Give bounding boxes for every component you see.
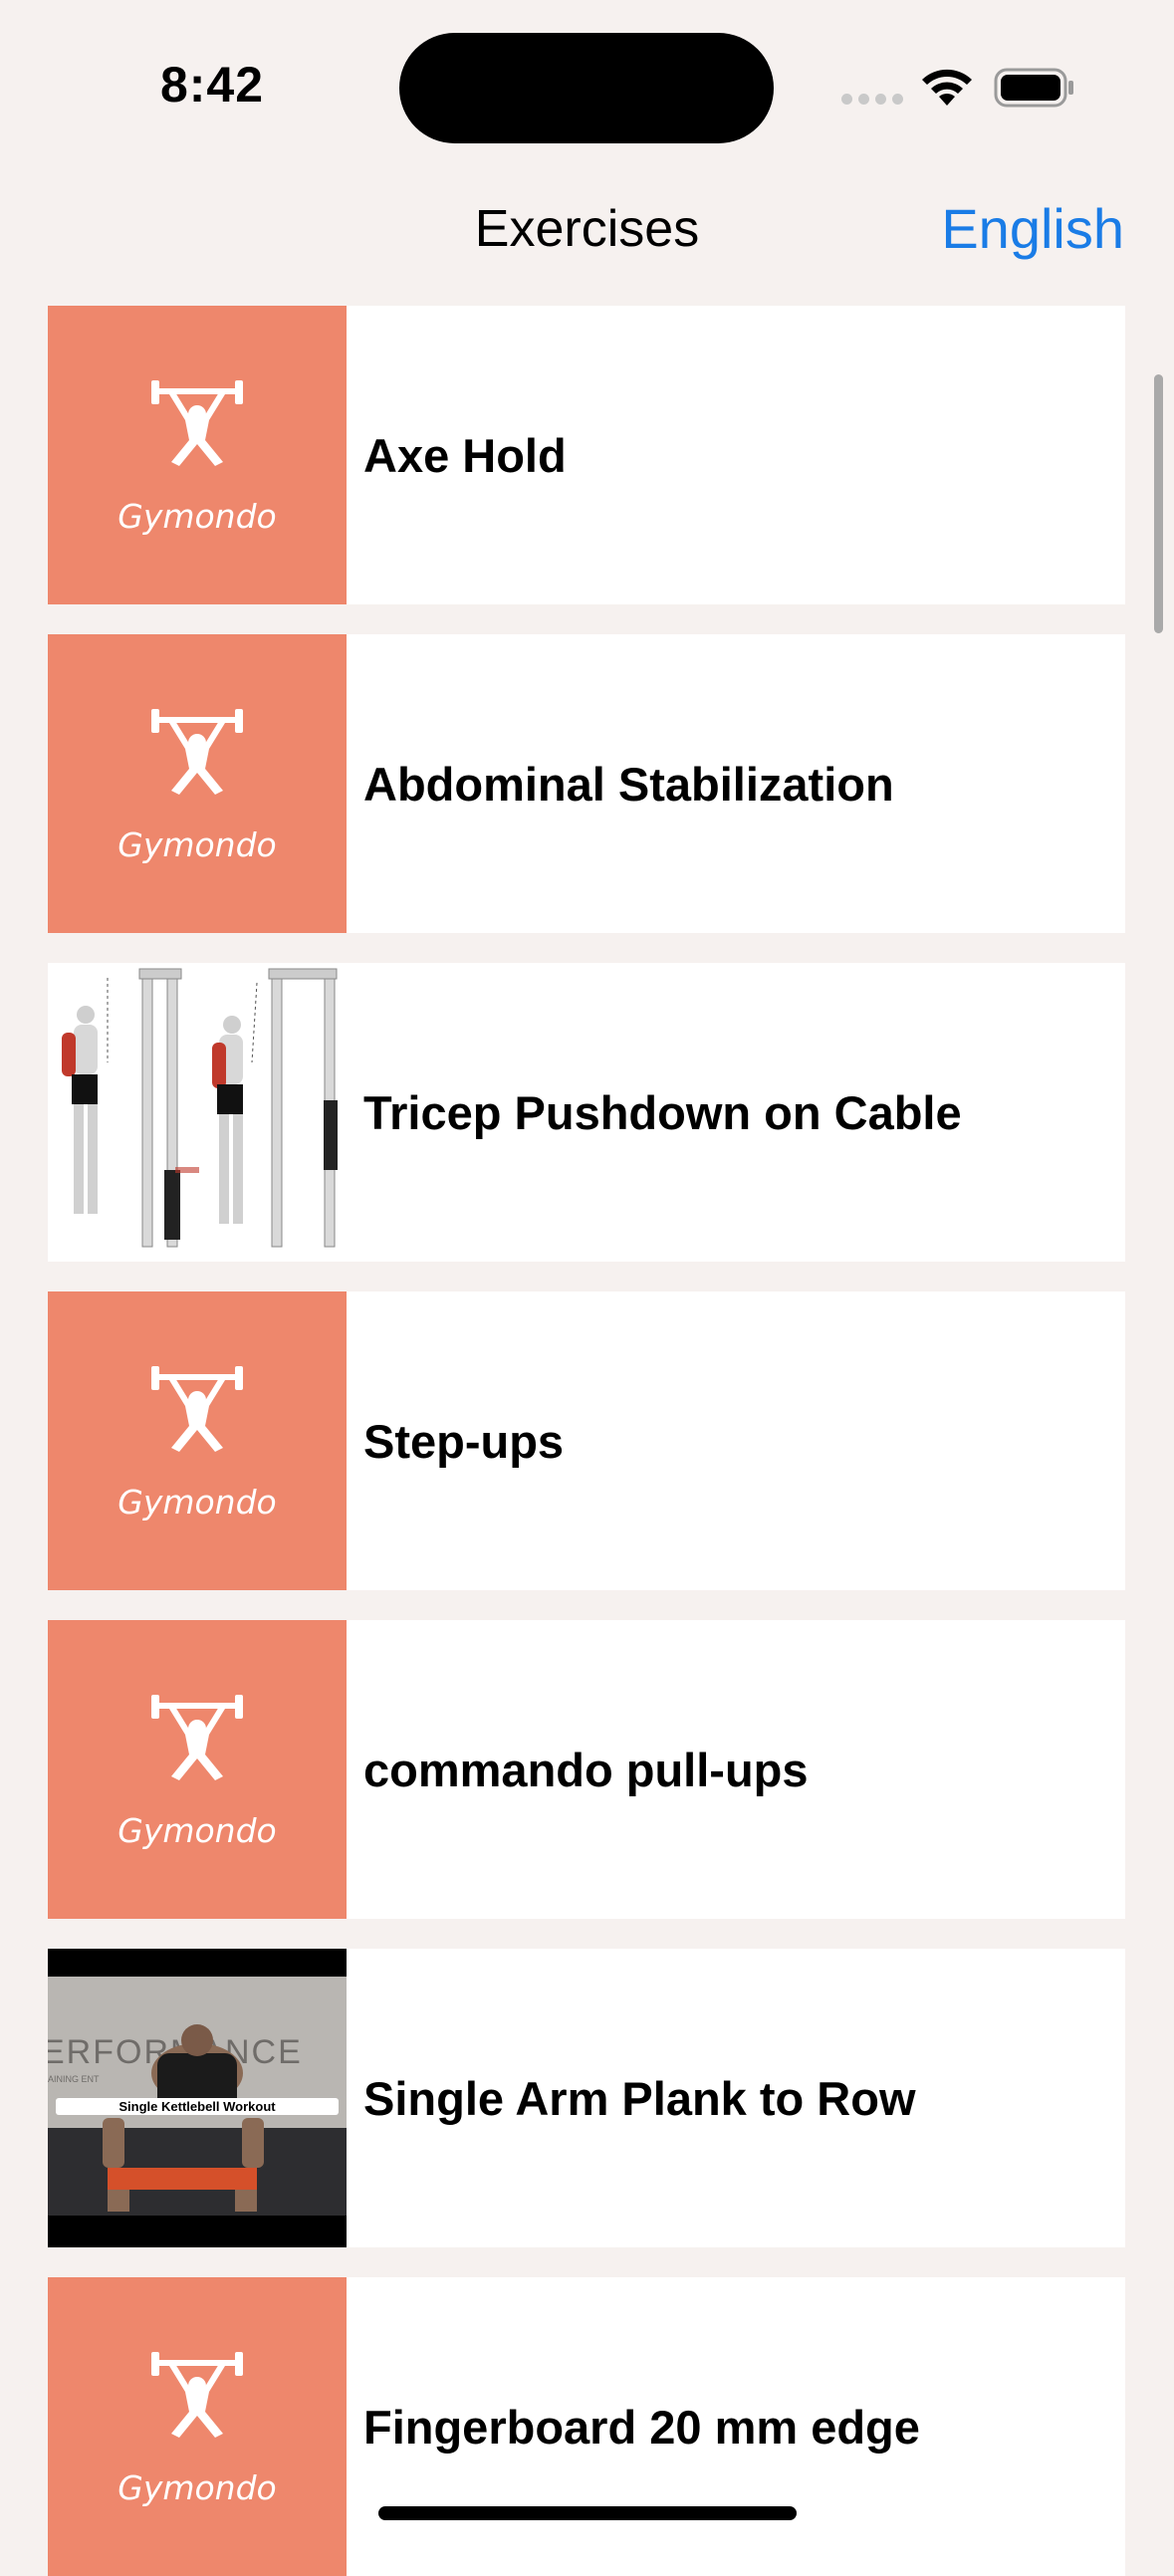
exercise-name: Fingerboard 20 mm edge	[363, 2400, 920, 2454]
gymondo-logo-thumbnail: Gymondo	[48, 1620, 347, 1919]
exercise-row[interactable]: Tricep Pushdown on Cable	[48, 963, 1125, 1262]
photo-wall-subtext: AINING ENT	[48, 2074, 100, 2084]
tricep-pushdown-illustration	[62, 968, 338, 1248]
gymondo-logo-text: Gymondo	[117, 1811, 277, 1850]
weightlifter-icon	[151, 1366, 243, 1452]
dynamic-island	[399, 33, 774, 143]
exercise-row[interactable]: Gymondo Fingerboard 20 mm edge	[48, 2277, 1125, 2576]
weightlifter-icon	[151, 1695, 243, 1780]
exercise-row[interactable]: Gymondo Step-ups	[48, 1291, 1125, 1590]
status-bar: 8:42	[0, 0, 1174, 169]
gymondo-logo-thumbnail: Gymondo	[48, 634, 347, 933]
language-button[interactable]: English	[941, 196, 1124, 261]
exercise-row[interactable]: Gymondo Axe Hold	[48, 306, 1125, 604]
exercise-name: commando pull-ups	[363, 1743, 809, 1796]
gymondo-logo-thumbnail: Gymondo	[48, 2277, 347, 2576]
kettlebell-workout-photo: ERFORMANCE AINING ENT Single Kettlebell …	[48, 1949, 347, 2247]
status-time: 8:42	[159, 57, 265, 113]
exercise-name: Axe Hold	[363, 428, 567, 482]
exercise-row[interactable]: Gymondo commando pull-ups	[48, 1620, 1125, 1919]
exercise-row[interactable]: Gymondo Abdominal Stabilization	[48, 634, 1125, 933]
tricep-pushdown-thumbnail	[48, 963, 347, 1262]
gymondo-logo-thumbnail: Gymondo	[48, 1291, 347, 1590]
exercise-name: Single Arm Plank to Row	[363, 2071, 916, 2125]
gymondo-logo-text: Gymondo	[117, 1483, 277, 1522]
battery-icon	[994, 68, 1073, 108]
kettlebell-workout-thumbnail: ERFORMANCE AINING ENT Single Kettlebell …	[48, 1949, 347, 2247]
exercise-name: Step-ups	[363, 1414, 565, 1468]
photo-caption: Single Kettlebell Workout	[118, 2099, 276, 2114]
navigation-bar: Exercises English	[0, 179, 1174, 289]
gymondo-logo-text: Gymondo	[117, 497, 277, 536]
weightlifter-icon	[151, 380, 243, 466]
gymondo-logo-text: Gymondo	[117, 2468, 277, 2507]
gymondo-logo-text: Gymondo	[117, 825, 277, 864]
scrollbar[interactable]	[1154, 374, 1163, 633]
home-indicator[interactable]	[378, 2506, 797, 2520]
gymondo-logo-thumbnail: Gymondo	[48, 306, 347, 604]
weightlifter-icon	[151, 2352, 243, 2438]
exercise-name: Abdominal Stabilization	[363, 757, 894, 811]
wifi-icon	[922, 69, 972, 106]
exercise-row[interactable]: ERFORMANCE AINING ENT Single Kettlebell …	[48, 1949, 1125, 2247]
exercise-name: Tricep Pushdown on Cable	[363, 1085, 962, 1139]
weightlifter-icon	[151, 709, 243, 795]
